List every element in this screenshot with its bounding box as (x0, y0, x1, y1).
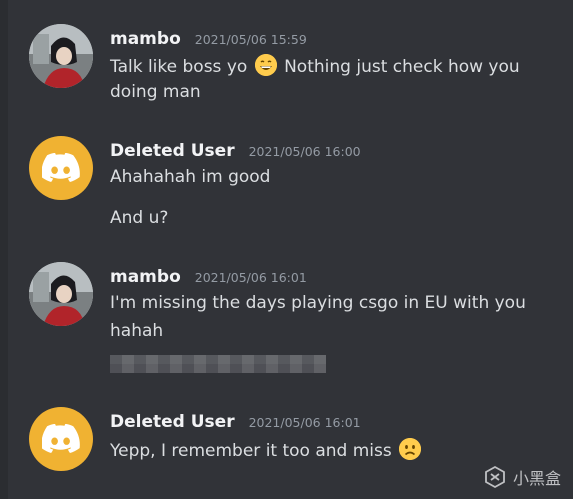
avatar[interactable] (29, 24, 93, 88)
message-text: Ahahahah im good (110, 167, 271, 187)
username[interactable]: mambo (110, 29, 181, 49)
username[interactable]: mambo (110, 267, 181, 287)
message-line: Talk like boss yo Nothing just check how… (110, 54, 520, 77)
redacted-content (110, 355, 326, 373)
username[interactable]: Deleted User (110, 141, 235, 161)
avatar[interactable] (29, 407, 93, 471)
message-text: hahah (110, 321, 164, 341)
message-text: Yepp, I remember it too and miss (110, 441, 392, 461)
message-line: doing man (110, 82, 201, 102)
watermark: 小黑盒 (483, 465, 561, 489)
grinning-face-icon[interactable] (254, 54, 277, 76)
username[interactable]: Deleted User (110, 412, 235, 432)
timestamp[interactable]: 2021/05/06 16:00 (249, 144, 361, 159)
timestamp[interactable]: 2021/05/06 16:01 (195, 270, 307, 285)
watermark-text: 小黑盒 (512, 469, 561, 488)
discord-logo-icon (42, 424, 80, 453)
avatar-photo-icon (29, 262, 93, 326)
avatar[interactable] (29, 136, 93, 200)
message-text: Talk like boss yo (110, 57, 248, 77)
frowning-face-icon[interactable] (399, 438, 422, 460)
timestamp[interactable]: 2021/05/06 15:59 (195, 32, 307, 47)
left-strip (0, 0, 8, 499)
message-text: Nothing just check how you (284, 57, 520, 77)
message-line: Yepp, I remember it too and miss (110, 438, 423, 461)
discord-logo-icon (42, 153, 80, 182)
xiaoheihe-logo-icon (485, 465, 505, 489)
message-text: And u? (110, 208, 169, 228)
message-text: I'm missing the days playing csgo in EU … (110, 293, 526, 313)
avatar-photo-icon (29, 24, 93, 88)
avatar[interactable] (29, 262, 93, 326)
timestamp[interactable]: 2021/05/06 16:01 (249, 415, 361, 430)
